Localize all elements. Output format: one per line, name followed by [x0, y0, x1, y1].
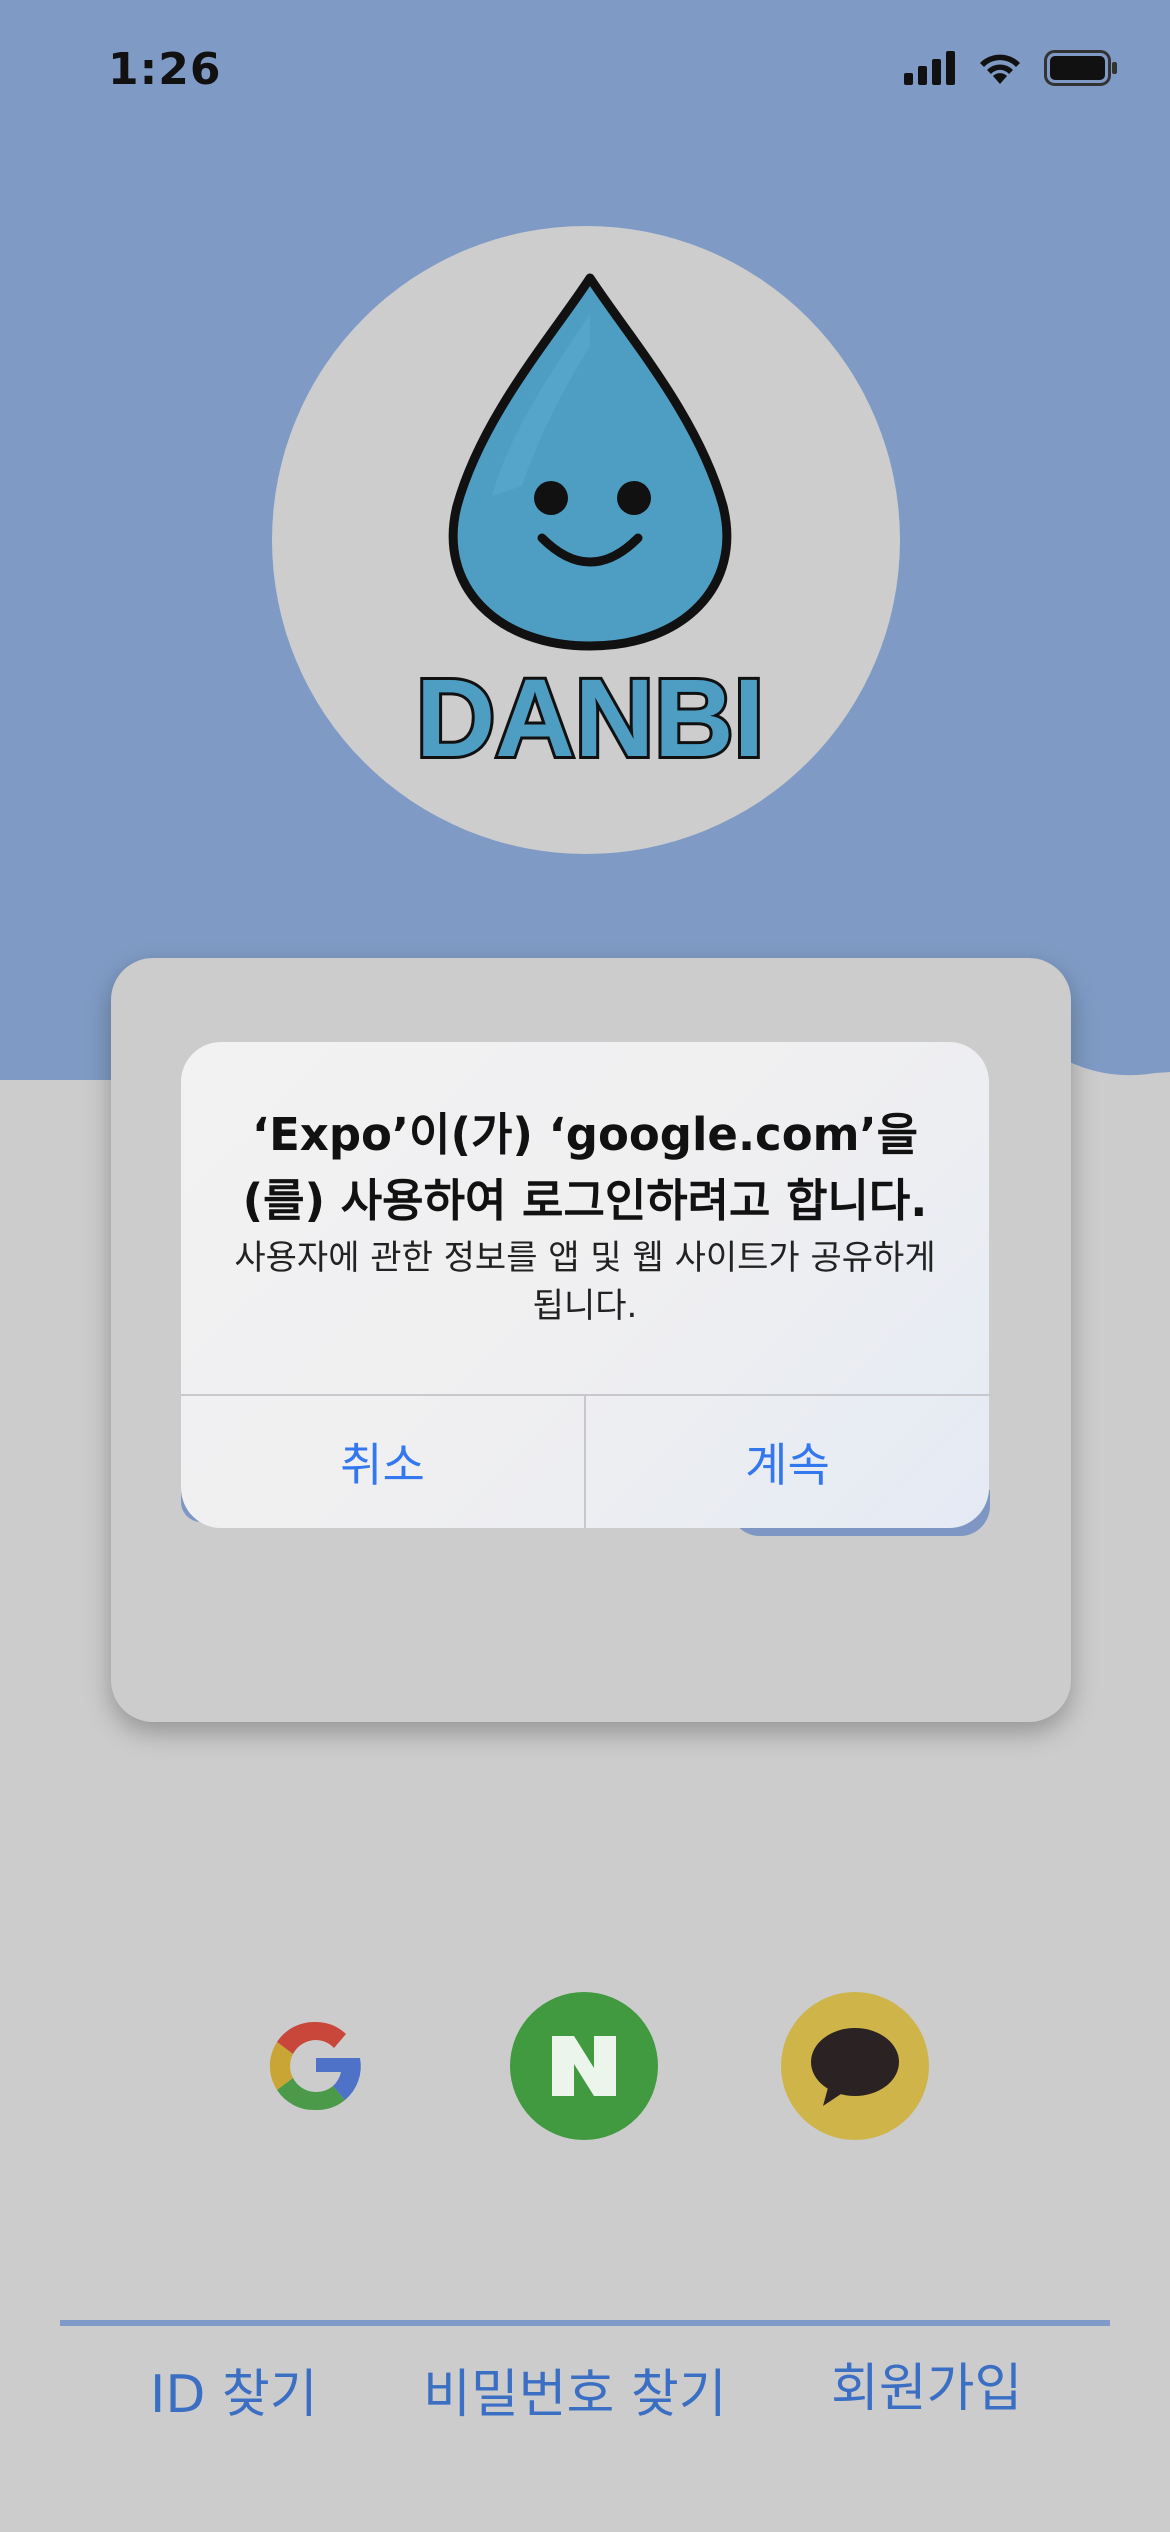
- alert-title: ‘Expo’이(가) ‘google.com’을(를) 사용하여 로그인하려고 …: [242, 1108, 928, 1227]
- footer-divider: [60, 2320, 1110, 2326]
- continue-button[interactable]: 계속: [586, 1396, 989, 1528]
- signup-link[interactable]: 회원가입: [831, 2346, 1022, 2421]
- sign-in-alert: ‘Expo’이(가) ‘google.com’을(를) 사용하여 로그인하려고 …: [181, 1042, 989, 1528]
- status-bar: 1:26: [0, 0, 1170, 150]
- find-id-link[interactable]: ID 찾기: [150, 2352, 318, 2427]
- cellular-signal-icon: [904, 51, 955, 85]
- status-time: 1:26: [108, 44, 222, 95]
- wifi-icon: [980, 54, 1020, 84]
- water-drop-smiley-icon: DANBI: [413, 273, 767, 783]
- naver-icon: [552, 2036, 616, 2096]
- status-icons: [904, 50, 1118, 86]
- app-logo: DANBI: [272, 226, 900, 854]
- kakao-talk-icon: [811, 2028, 899, 2106]
- google-login-button[interactable]: [242, 1992, 390, 2140]
- cancel-button[interactable]: 취소: [181, 1396, 584, 1528]
- naver-login-button[interactable]: [510, 1992, 658, 2140]
- find-password-link[interactable]: 비밀번호 찾기: [423, 2352, 727, 2427]
- battery-icon: [1044, 50, 1117, 86]
- kakao-login-button[interactable]: [781, 1992, 929, 2140]
- alert-message: 사용자에 관한 정보를 앱 및 웹 사이트가 공유하게 됩니다.: [234, 1238, 936, 1326]
- google-icon: [269, 2021, 361, 2111]
- logo-text: DANBI: [416, 657, 764, 780]
